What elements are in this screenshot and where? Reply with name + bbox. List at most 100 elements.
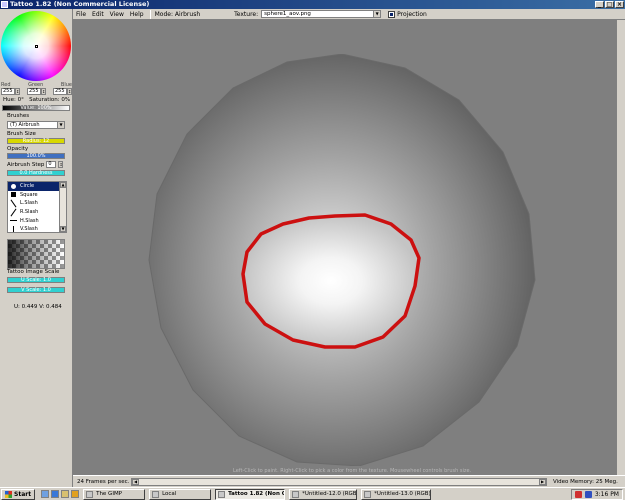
scroll-right-icon[interactable]: ▶	[539, 478, 546, 485]
scroll-down-icon[interactable]: ▼	[60, 226, 66, 232]
brush-shape-label: R.Slash	[20, 209, 39, 216]
taskbar-button-label: Local	[162, 491, 177, 497]
menu-edit[interactable]: Edit	[89, 11, 107, 18]
rslash-brush-icon	[10, 209, 17, 216]
uv-readout: U: 0.449 V: 0.484	[14, 304, 62, 310]
fps-readout: 24 Frames per sec.	[77, 478, 130, 485]
chevron-down-icon[interactable]: ▼	[57, 122, 64, 128]
projection-checkbox[interactable]	[388, 10, 396, 18]
spinner-arrows-icon[interactable]: ↕	[58, 161, 64, 168]
texture-select[interactable]: sphere1_aov.png ▼	[261, 10, 382, 18]
brush-shape-item[interactable]: V.Slash	[8, 225, 66, 232]
app-icon	[152, 490, 160, 498]
taskbar-button-label: *Untitled-12.0 (RGB)...	[302, 491, 357, 497]
brush-outline	[241, 213, 421, 349]
airbrush-step-label: Airbrush Step	[7, 161, 45, 168]
brush-shape-item[interactable]: H.Slash	[8, 216, 66, 225]
desktop-icon[interactable]	[41, 490, 50, 498]
taskbar: Start The GIMP Local Tattoo 1.82 (Non C...…	[0, 487, 625, 500]
scroll-left-icon[interactable]: ◀	[132, 478, 139, 485]
sphere-model[interactable]	[147, 54, 537, 466]
taskbar-button[interactable]: Tattoo 1.82 (Non C...	[215, 488, 286, 500]
texture-label: Texture:	[234, 10, 259, 18]
blue-value[interactable]: 255	[53, 88, 67, 95]
brush-shape-label: Circle	[20, 183, 35, 190]
quick-launch	[41, 490, 80, 498]
circle-brush-icon	[10, 183, 17, 190]
security-icon[interactable]	[574, 491, 582, 498]
app-icon	[218, 490, 226, 498]
start-button[interactable]: Start	[1, 488, 36, 500]
chevron-down-icon[interactable]: ▼	[373, 11, 381, 17]
folder-icon[interactable]	[61, 490, 70, 498]
system-tray: 3:16 PM	[570, 489, 623, 500]
red-value[interactable]: 255	[1, 88, 15, 95]
taskbar-button-label: The GIMP	[96, 491, 123, 497]
app-icon	[86, 490, 94, 498]
minimize-button[interactable]: _	[595, 1, 604, 8]
brush-size-label: Brush Size	[7, 131, 36, 137]
taskbar-button[interactable]: The GIMP	[83, 488, 146, 500]
color-wheel[interactable]	[1, 11, 71, 81]
menu-file[interactable]: File	[73, 11, 89, 18]
3d-viewport[interactable]: Left-Click to paint. Right-Click to pick…	[73, 20, 625, 475]
v-scale-slider[interactable]: V Scale: 1.0	[7, 287, 65, 293]
brush-shape-list[interactable]: ▲ ▼ Circle Square L.Slash R.Slash H.Slash V.S…	[7, 181, 67, 233]
browser-icon[interactable]	[51, 490, 60, 498]
brush-size-slider[interactable]: Radius: 12	[7, 138, 65, 144]
status-bar: 24 Frames per sec. ◀ ▶ Video Memory: 25 …	[73, 475, 625, 487]
menu-view[interactable]: View	[107, 11, 127, 18]
viewport-scrollbar[interactable]	[616, 20, 625, 475]
horizontal-scrollbar[interactable]: ◀ ▶	[131, 477, 547, 486]
windows-logo-icon	[5, 490, 12, 498]
spinner-arrows-icon[interactable]: ↕	[41, 88, 46, 95]
image-scale-label: Tattoo Image Scale	[7, 269, 60, 275]
app-icon	[364, 490, 372, 498]
texture-value: sphere1_aov.png	[264, 11, 311, 17]
hue-saturation-readout: Hue: 0° Saturation: 0%	[3, 97, 70, 103]
brush-shape-item[interactable]: Circle	[8, 182, 66, 191]
brush-shape-label: Square	[20, 191, 38, 198]
title-bar: Tattoo 1.82 (Non Commercial License) _ □…	[0, 0, 625, 9]
taskbar-button-label: *Untitled-13.0 (RGB)...	[374, 491, 432, 497]
menu-help[interactable]: Help	[127, 11, 147, 18]
brush-type-value: (T) Airbrush	[10, 122, 40, 128]
saturation-text: Saturation: 0%	[29, 97, 71, 103]
tool-panel: Red Green Blue 255 ↕ 255 ↕ 255 ↕ Hue: 0° Sa…	[0, 9, 73, 487]
color-picker-marker[interactable]	[35, 45, 38, 48]
media-icon[interactable]	[71, 490, 80, 498]
spinner-arrows-icon[interactable]: ↕	[15, 88, 20, 95]
brush-shape-label: L.Slash	[20, 200, 38, 207]
network-icon[interactable]	[584, 491, 592, 498]
green-spinner[interactable]: 255 ↕	[27, 88, 46, 95]
clock[interactable]: 3:16 PM	[595, 491, 619, 498]
airbrush-step: Airbrush Step 0 ↕	[7, 161, 64, 168]
hardness-slider[interactable]: 0.0 Hardness	[7, 170, 65, 176]
airbrush-step-value[interactable]: 0	[46, 161, 57, 168]
maximize-button[interactable]: □	[605, 1, 614, 8]
square-brush-icon	[10, 191, 17, 198]
red-spinner[interactable]: 255 ↕	[1, 88, 20, 95]
u-scale-slider[interactable]: U Scale: 1.0	[7, 277, 65, 283]
brush-shape-item[interactable]: L.Slash	[8, 199, 66, 208]
brush-shape-item[interactable]: R.Slash	[8, 208, 66, 217]
toolbar-separator	[149, 9, 151, 19]
green-value[interactable]: 255	[27, 88, 41, 95]
taskbar-button[interactable]: *Untitled-12.0 (RGB)...	[289, 488, 358, 500]
blue-spinner[interactable]: 255 ↕	[53, 88, 72, 95]
spinner-arrows-icon[interactable]: ↕	[67, 88, 72, 95]
taskbar-button[interactable]: Local	[149, 488, 212, 500]
value-slider[interactable]: Value: 100%	[2, 105, 70, 111]
vslash-brush-icon	[10, 225, 17, 232]
scroll-up-icon[interactable]: ▲	[60, 182, 66, 188]
lslash-brush-icon	[10, 200, 17, 207]
brush-shape-item[interactable]: Square	[8, 191, 66, 200]
video-memory-readout: Video Memory: 25 Meg.	[553, 478, 618, 485]
brush-list-scrollbar[interactable]: ▲ ▼	[59, 182, 66, 232]
taskbar-button[interactable]: *Untitled-13.0 (RGB)...	[361, 488, 432, 500]
app-icon	[1, 1, 8, 8]
opacity-slider[interactable]: 100.0%	[7, 153, 65, 159]
brush-shape-label: H.Slash	[20, 217, 39, 224]
close-button[interactable]: ×	[615, 1, 624, 8]
brush-type-select[interactable]: (T) Airbrush ▼	[7, 121, 65, 129]
